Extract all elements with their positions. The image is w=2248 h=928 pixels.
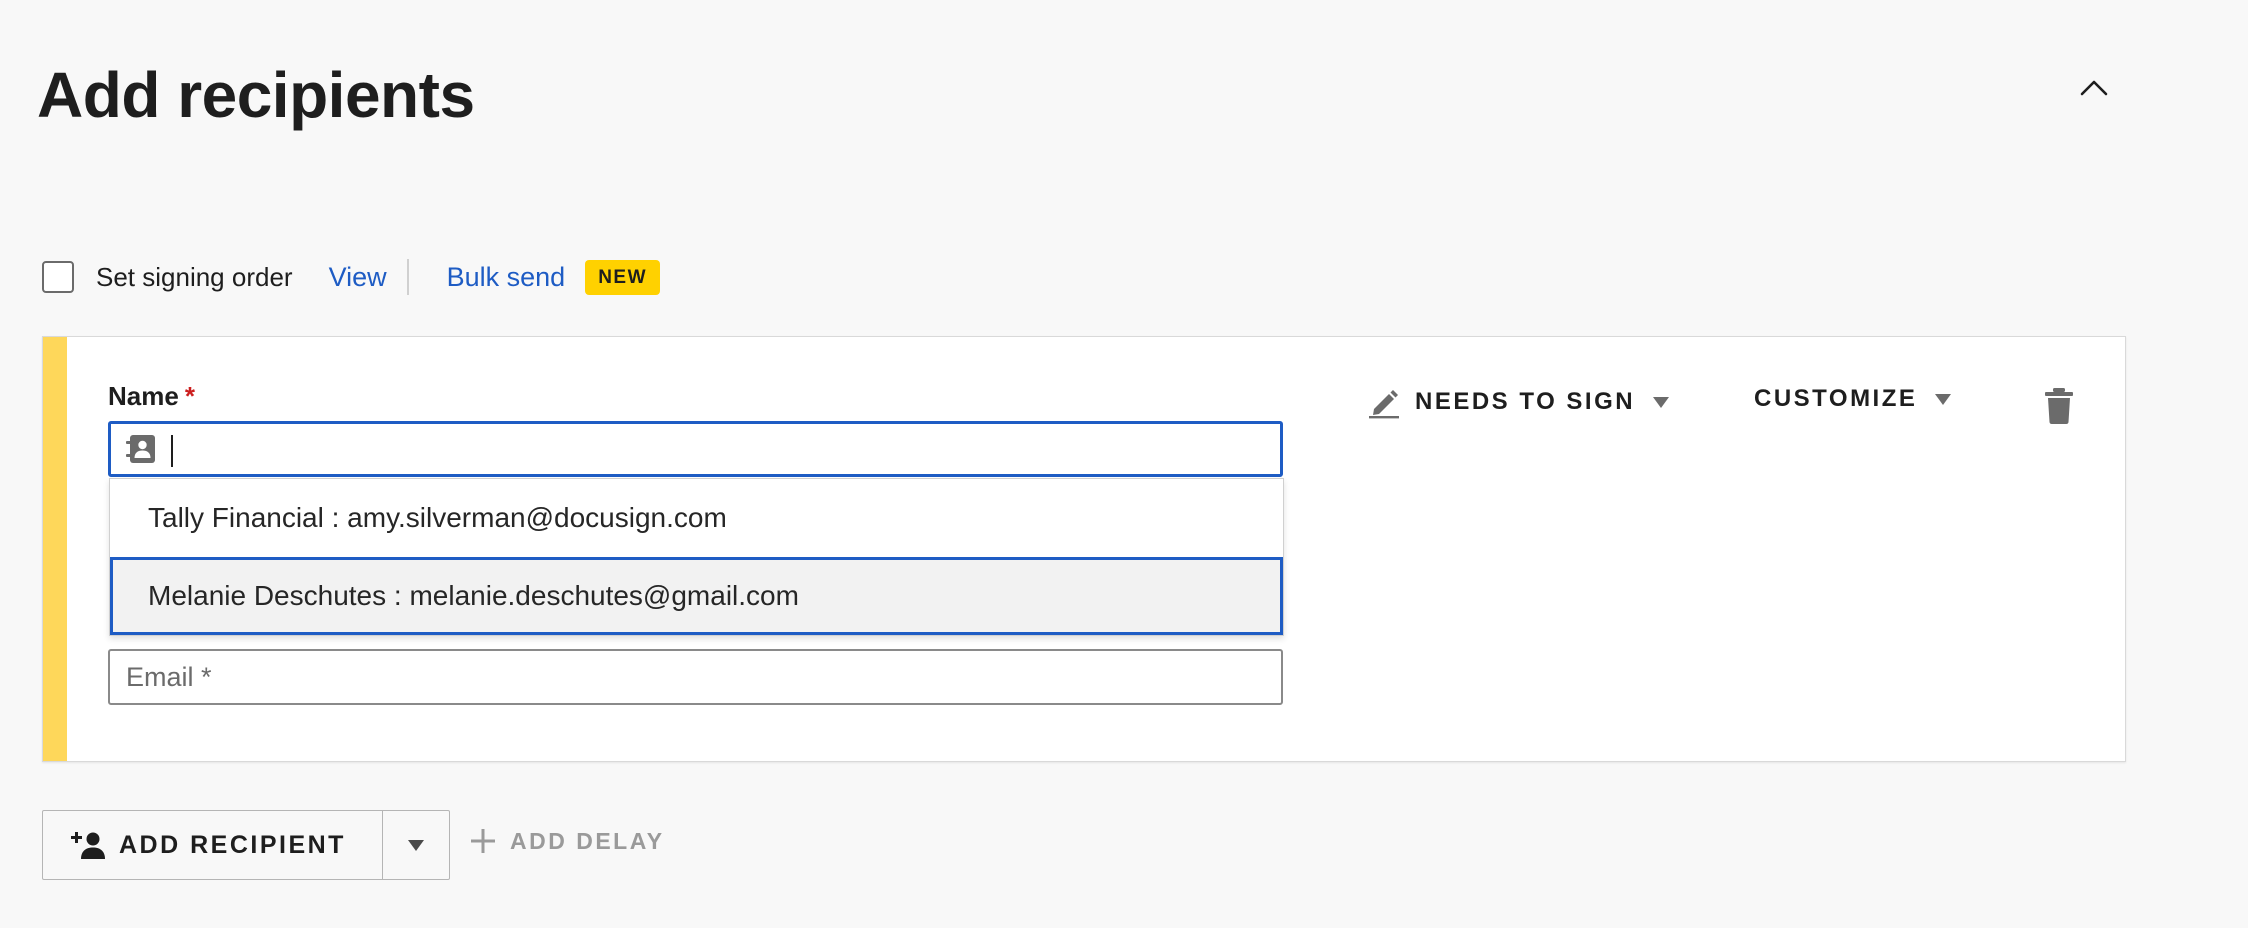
view-link[interactable]: View bbox=[329, 262, 387, 293]
name-suggestions-dropdown: Tally Financial : amy.silverman@docusign… bbox=[109, 478, 1284, 636]
email-field[interactable] bbox=[108, 649, 1283, 705]
page-title: Add recipients bbox=[37, 59, 475, 131]
action-dropdown[interactable]: NEEDS TO SIGN bbox=[1367, 385, 1670, 419]
collapse-button[interactable] bbox=[2076, 70, 2112, 106]
add-user-icon bbox=[71, 832, 105, 859]
signing-order-checkbox[interactable] bbox=[42, 261, 74, 293]
recipient-card: Name * Tally Financial : amy.silverman@do… bbox=[42, 336, 2126, 762]
plus-icon bbox=[471, 829, 495, 853]
suggestion-item-highlighted[interactable]: Melanie Deschutes : melanie.deschutes@gm… bbox=[110, 557, 1283, 635]
text-cursor bbox=[171, 435, 173, 467]
recipient-options-row: Set signing order View Bulk send NEW bbox=[42, 256, 661, 298]
add-recipients-page: Add recipients Set signing order View Bu… bbox=[0, 0, 2248, 928]
signing-order-label: Set signing order bbox=[96, 261, 293, 292]
customize-dropdown[interactable]: CUSTOMIZE bbox=[1754, 385, 1952, 413]
name-label-text: Name bbox=[108, 381, 179, 411]
link-divider bbox=[406, 259, 409, 295]
add-delay-label: ADD DELAY bbox=[510, 827, 665, 854]
suggestion-item[interactable]: Tally Financial : amy.silverman@docusign… bbox=[110, 479, 1283, 557]
action-label: NEEDS TO SIGN bbox=[1415, 388, 1636, 415]
customize-label: CUSTOMIZE bbox=[1754, 385, 1918, 412]
add-delay-button[interactable]: ADD DELAY bbox=[470, 824, 665, 858]
recipient-color-bar bbox=[43, 337, 67, 761]
caret-down-icon bbox=[407, 839, 424, 851]
chevron-up-icon bbox=[2080, 80, 2108, 96]
caret-down-icon bbox=[1935, 393, 1952, 405]
required-mark: * bbox=[184, 381, 195, 411]
caret-down-icon bbox=[1653, 396, 1670, 408]
new-badge: NEW bbox=[585, 259, 661, 295]
trash-icon[interactable] bbox=[2039, 385, 2079, 425]
bulk-send-link[interactable]: Bulk send bbox=[447, 262, 566, 293]
contact-card-icon[interactable] bbox=[125, 433, 157, 465]
add-recipient-menu-toggle[interactable] bbox=[381, 811, 449, 879]
pen-icon bbox=[1369, 390, 1399, 419]
add-recipient-label: ADD RECIPIENT bbox=[119, 830, 346, 859]
add-recipient-button[interactable]: ADD RECIPIENT bbox=[43, 811, 382, 879]
name-input[interactable] bbox=[108, 421, 1283, 477]
add-recipient-split-button: ADD RECIPIENT bbox=[42, 810, 450, 880]
name-label: Name * bbox=[108, 381, 195, 412]
